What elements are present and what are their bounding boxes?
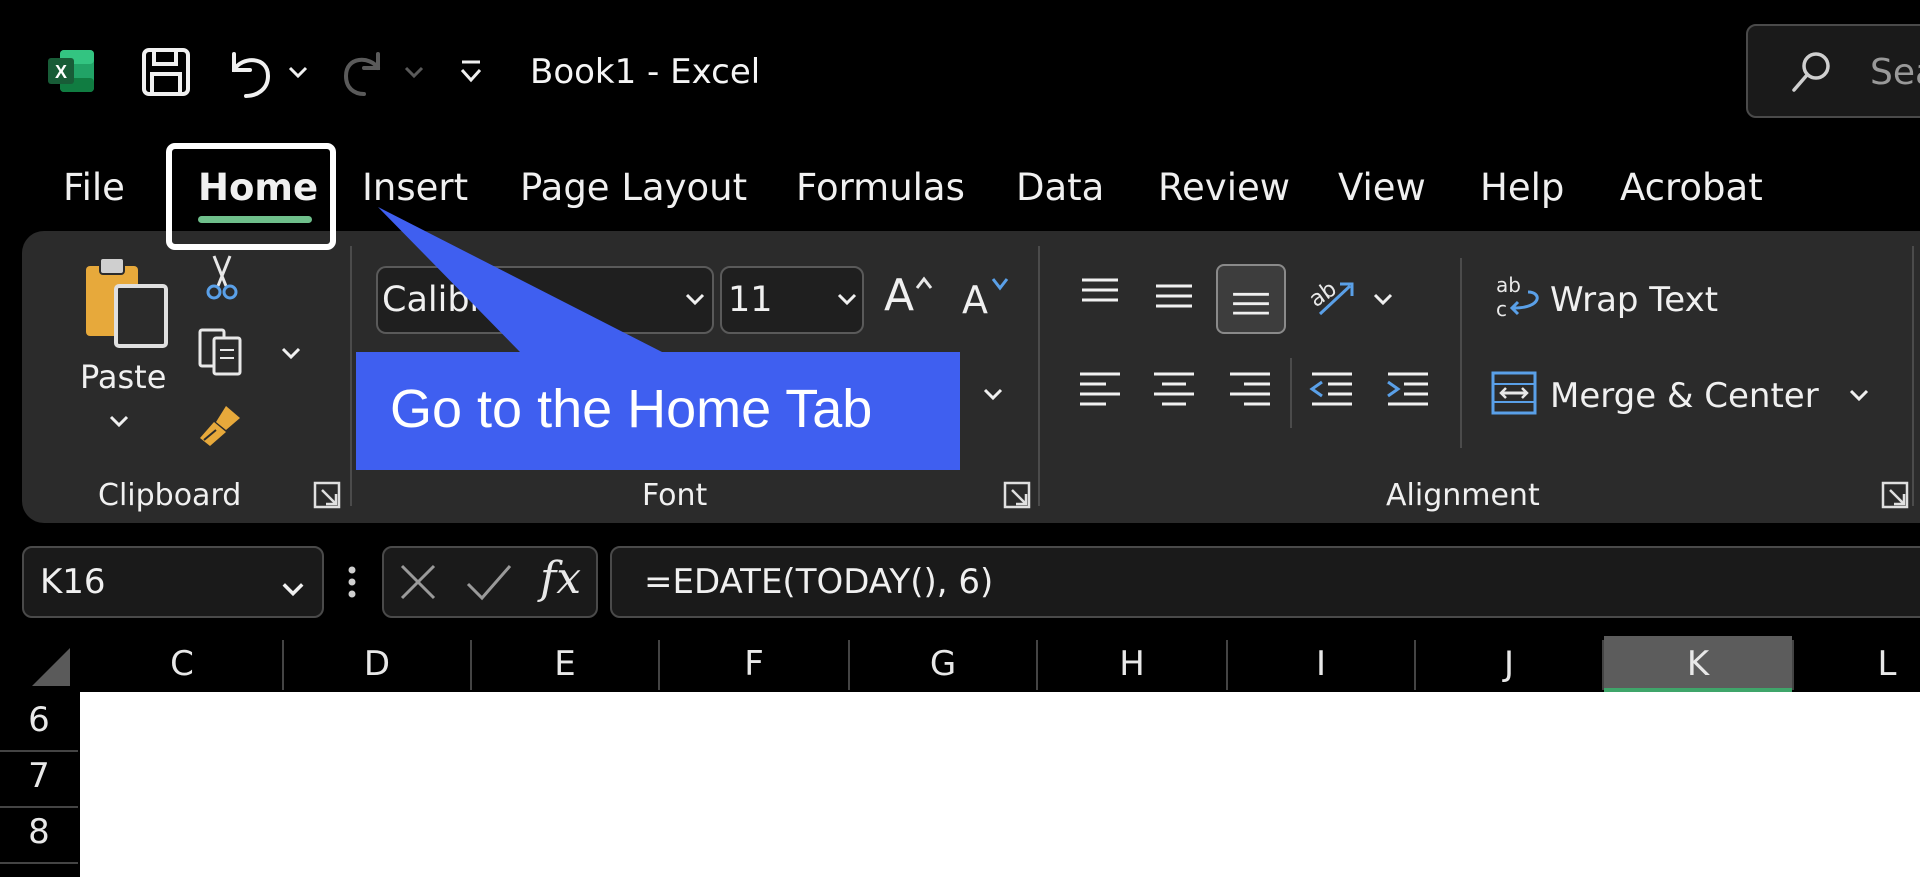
column-header-i[interactable]: I (1228, 636, 1414, 692)
group-separator (1038, 246, 1040, 506)
font-size-value: 11 (728, 280, 773, 320)
increase-indent-icon[interactable] (1378, 360, 1438, 420)
column-header-j[interactable]: J (1416, 636, 1602, 692)
home-tab-highlight (166, 143, 336, 250)
increase-font-size-button[interactable]: A (884, 270, 914, 321)
redo-icon[interactable] (334, 44, 390, 100)
column-header-e[interactable]: E (472, 636, 658, 692)
column-header-c[interactable]: C (82, 636, 282, 692)
tab-review[interactable]: Review (1158, 164, 1290, 212)
top-align-icon[interactable] (1070, 266, 1130, 326)
save-icon[interactable] (138, 44, 194, 100)
wrap-text-button[interactable]: Wrap Text (1550, 280, 1718, 320)
tab-insert[interactable]: Insert (362, 164, 468, 212)
cancel-icon[interactable] (396, 560, 440, 604)
name-box-value: K16 (40, 562, 106, 602)
font-launcher-icon[interactable] (1002, 480, 1032, 510)
row-divider[interactable] (0, 750, 78, 752)
row-header-6[interactable]: 6 (0, 700, 78, 740)
insert-function-button[interactable]: fx (540, 553, 581, 604)
align-center-icon[interactable] (1144, 360, 1204, 420)
formula-value: =EDATE(TODAY(), 6) (644, 562, 994, 602)
group-separator (1912, 246, 1914, 506)
row-header-7[interactable]: 7 (0, 756, 78, 796)
tab-formulas[interactable]: Formulas (796, 164, 965, 212)
tab-acrobat[interactable]: Acrobat (1620, 164, 1763, 212)
font-name-dropdown-icon[interactable] (682, 286, 708, 312)
column-header-h[interactable]: H (1038, 636, 1226, 692)
search-box[interactable]: Sea (1746, 24, 1920, 118)
column-header-g[interactable]: G (850, 636, 1036, 692)
caret-up-icon (915, 276, 933, 289)
orientation-dropdown-icon[interactable] (1370, 286, 1396, 312)
decrease-indent-icon[interactable] (1302, 360, 1362, 420)
clipboard-launcher-icon[interactable] (312, 480, 342, 510)
merge-dropdown-icon[interactable] (1846, 382, 1872, 408)
font-name-value: Calibri (382, 280, 494, 320)
paste-icon[interactable] (82, 252, 172, 352)
align-separator (1460, 258, 1462, 448)
worksheet-cells[interactable] (80, 692, 1920, 877)
cut-icon[interactable] (204, 252, 240, 302)
customize-toolbar-icon[interactable] (456, 44, 486, 100)
select-all-icon[interactable] (30, 648, 70, 686)
alignment-group-label: Alignment (1386, 478, 1540, 513)
column-header-k[interactable]: K (1604, 636, 1792, 692)
undo-dropdown-icon[interactable] (284, 44, 312, 100)
callout-text: Go to the Home Tab (390, 379, 873, 439)
enter-check-icon[interactable] (464, 560, 514, 604)
tab-file[interactable]: File (63, 164, 125, 212)
font-color-dropdown-icon[interactable] (980, 381, 1006, 407)
tab-view[interactable]: View (1338, 164, 1426, 212)
merge-center-button[interactable]: Merge & Center (1550, 376, 1819, 416)
align-right-icon[interactable] (1220, 360, 1280, 420)
search-icon (1792, 52, 1830, 92)
undo-icon[interactable] (220, 44, 280, 104)
merge-center-icon[interactable] (1490, 370, 1538, 416)
tab-page-layout[interactable]: Page Layout (520, 164, 747, 212)
font-group-label: Font (642, 478, 708, 513)
paste-dropdown-icon[interactable] (106, 408, 132, 434)
clipboard-group-label: Clipboard (98, 478, 242, 513)
tab-help[interactable]: Help (1480, 164, 1564, 212)
column-header-l[interactable]: L (1794, 636, 1920, 692)
format-painter-icon[interactable] (196, 400, 248, 450)
group-separator (350, 246, 352, 506)
align-separator (1290, 358, 1292, 428)
copy-dropdown-icon[interactable] (278, 340, 304, 366)
excel-logo-icon: X (48, 50, 94, 92)
bottom-align-icon[interactable] (1216, 264, 1286, 334)
search-placeholder: Sea (1870, 52, 1920, 93)
column-header-d[interactable]: D (284, 636, 470, 692)
row-divider[interactable] (0, 806, 78, 808)
tab-data[interactable]: Data (1016, 164, 1104, 212)
orientation-icon[interactable]: ab (1302, 266, 1362, 326)
column-header-f[interactable]: F (660, 636, 848, 692)
paste-button-label[interactable]: Paste (80, 358, 166, 396)
caret-down-icon (991, 278, 1009, 291)
copy-icon[interactable] (196, 326, 250, 376)
decrease-font-size-button[interactable]: A (962, 278, 988, 322)
redo-dropdown-icon[interactable] (400, 44, 428, 100)
title-bar: X Book1 - Excel Sea (0, 0, 1920, 140)
svg-text:c: c (1496, 297, 1507, 321)
row-divider[interactable] (0, 862, 78, 864)
middle-align-icon[interactable] (1144, 266, 1204, 326)
svg-text:ab: ab (1496, 273, 1521, 297)
svg-text:ab: ab (1305, 276, 1342, 312)
alignment-launcher-icon[interactable] (1880, 480, 1910, 510)
document-title: Book1 - Excel (530, 52, 761, 92)
font-size-dropdown-icon[interactable] (834, 286, 860, 312)
more-options-icon[interactable] (346, 562, 358, 602)
wrap-text-icon[interactable]: ab c (1494, 272, 1544, 328)
row-header-8[interactable]: 8 (0, 812, 78, 852)
align-left-icon[interactable] (1070, 360, 1130, 420)
name-box-dropdown-icon[interactable] (278, 574, 308, 604)
svg-text:X: X (55, 62, 67, 82)
